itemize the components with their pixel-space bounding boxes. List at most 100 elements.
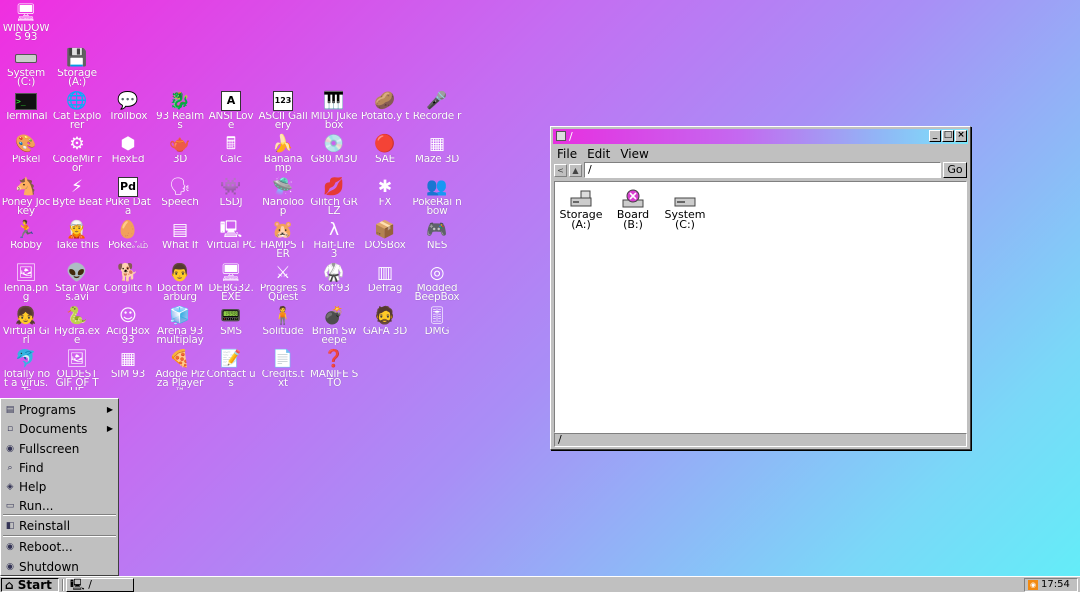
desktop-icon[interactable]: 🧊 Arena 93 multiplay [155, 305, 205, 347]
desktop-icon[interactable]: ⚡ Byte Beat [52, 176, 102, 218]
desktop-icon[interactable]: ❓ MANIFE STO [309, 348, 359, 390]
start-menu-item-help[interactable]: ◈ Help [3, 477, 116, 496]
desktop-icon[interactable]: 🥋 Kof'93 [309, 262, 359, 304]
desktop-icon[interactable]: System (C:) [1, 47, 51, 89]
desktop-icon[interactable]: 🧔 GAFA 3D [360, 305, 410, 347]
desktop-icon[interactable]: 🌐 Cat Explorer [52, 90, 102, 132]
desktop-icon[interactable]: 👧 Virtual Girl [1, 305, 51, 347]
desktop-icon[interactable]: 👥 PokéRai nbow [412, 176, 462, 218]
go-button[interactable]: Go [943, 162, 967, 178]
desktop-icon[interactable]: 🐹 HAMPS TER [258, 219, 308, 261]
desktop-icon[interactable]: 🖼OLDEST GIF OF THE [52, 348, 102, 390]
start-menu-item-reinstall[interactable]: ◧ Reinstall [3, 516, 116, 535]
start-menu-item-find[interactable]: ⌕ Find [3, 458, 116, 477]
storage-drive-item[interactable]: Storage (A:) [555, 188, 607, 230]
taskbar-window-button[interactable]: 🖳 / [66, 578, 134, 592]
desktop-icon[interactable]: ⚔ Progres s Quest [258, 262, 308, 304]
desktop-icon[interactable]: ▦ Maze 3D [412, 133, 462, 175]
star-wars-icon: 👽 [66, 263, 88, 283]
desktop-icon[interactable]: 🥔 Potato.y t [360, 90, 410, 132]
desktop-icon[interactable]: 💣 Brian Sweepe [309, 305, 359, 347]
desktop-icon-label: LSDJ [219, 198, 243, 207]
desktop-icon[interactable]: 🥚 Pokeஃம் [103, 219, 153, 261]
desktop-icon[interactable]: ✱ FX [360, 176, 410, 218]
desktop-icon[interactable]: 🐴 Poney Jockey [1, 176, 51, 218]
desktop-icon[interactable]: 👨 Doctor Marburg [155, 262, 205, 304]
desktop-icon[interactable]: 👽 Star Wars.avi [52, 262, 102, 304]
start-menu-item-fullscreen[interactable]: ◉ Fullscreen [3, 439, 116, 458]
desktop-icon[interactable]: ◎ Modded BeepBox [412, 262, 462, 304]
taskbar-window-label: / [88, 578, 92, 591]
desktop-icon[interactable]: 📄 Credits.t xt [258, 348, 308, 390]
desktop-icon[interactable]: 📝 Contact us [206, 348, 256, 390]
desktop-icon[interactable]: 🍌 Banana mp [258, 133, 308, 175]
desktop-icon[interactable]: 🐕 Corglitc h [103, 262, 153, 304]
desktop-icon[interactable]: 👾 LSDJ [206, 176, 256, 218]
desktop-icon[interactable]: ☺ Acid Box 93 [103, 305, 153, 347]
desktop-icon[interactable]: 🗣 Speech [155, 176, 205, 218]
desktop-icon[interactable]: ▤ What If [155, 219, 205, 261]
desktop-icon[interactable]: 🐍 Hydra.ex e [52, 305, 102, 347]
desktop-icon[interactable]: ▦ SIM 93 [103, 348, 153, 390]
desktop-icon[interactable]: λ Half-Life 3 [309, 219, 359, 261]
rss-icon[interactable]: ◉ [1028, 580, 1038, 590]
start-button[interactable]: ⌂ Start [1, 578, 59, 592]
desktop-icon[interactable]: 💾 Storage (A:) [52, 47, 102, 89]
desktop-icon[interactable]: 💬 Trollbox [103, 90, 153, 132]
desktop-icon[interactable]: 📟 SMS [206, 305, 256, 347]
desktop-icon[interactable]: 🧝 Take this [52, 219, 102, 261]
desktop-icon[interactable]: 🖳 Virtual PC [206, 219, 256, 261]
defrag-icon: ▥ [376, 263, 394, 283]
desktop-icon[interactable]: A ANSI Love [206, 90, 256, 132]
start-menu-item-shutdown[interactable]: ◉ Shutdown [3, 557, 116, 576]
desktop-icon[interactable]: ⚙ CodeMir ror [52, 133, 102, 175]
start-menu-item-label: Find [19, 460, 44, 475]
terminal-icon: >_ [14, 90, 38, 112]
close-button[interactable]: × [955, 130, 967, 142]
desktop-icon[interactable]: 🐉 93 Realms [155, 90, 205, 132]
explorer-window[interactable]: / _ □ × File Edit View < ▲ / Go Storage … [550, 126, 971, 450]
up-button[interactable]: ▲ [569, 163, 582, 177]
desktop-icon[interactable]: 🫖 3D [155, 133, 205, 175]
maximize-button[interactable]: □ [942, 130, 954, 142]
start-menu-item-programs[interactable]: ▤ Programs ▶ [3, 400, 116, 419]
desktop-icon[interactable]: 🖥 DEBG32. EXE [206, 262, 256, 304]
globe-icon: 🌐 [66, 91, 88, 111]
desktop-icon[interactable]: 🖼 lenna.pn g [1, 262, 51, 304]
desktop-icon-label: SAE [374, 155, 396, 164]
desktop-icon[interactable]: 🎚 DMG [412, 305, 462, 347]
desktop-icon[interactable]: 📦 DOSBox [360, 219, 410, 261]
desktop-icon[interactable]: 🍕Adobe Pizza Player™ [155, 348, 205, 390]
desktop-icon[interactable]: 🔴 SAE [360, 133, 410, 175]
desktop-icon[interactable]: 🏃 Robby [1, 219, 51, 261]
board-drive-item[interactable]: Board (B:) [607, 188, 659, 230]
desktop-icon[interactable]: 🐬Totally not a virus.Tr [1, 348, 51, 390]
desktop-icon-label: 93 Realms [156, 112, 204, 130]
window-titlebar[interactable]: / _ □ × [553, 129, 968, 144]
desktop-icon[interactable]: 🖥 WINDOWS 93 [1, 2, 51, 44]
desktop-icon[interactable]: 🖩 Calc [206, 133, 256, 175]
menu-view[interactable]: View [619, 146, 649, 162]
desktop-icon[interactable]: 💿 G80.M3U [309, 133, 359, 175]
desktop-icon[interactable]: 🎨 Piskel [1, 133, 51, 175]
back-button[interactable]: < [554, 163, 567, 177]
start-menu-item-documents[interactable]: ▫ Documents ▶ [3, 419, 116, 438]
start-menu-item-reboot[interactable]: ◉ Reboot... [3, 537, 116, 556]
menu-edit[interactable]: Edit [586, 146, 611, 162]
minimize-button[interactable]: _ [929, 130, 941, 142]
system-drive-item[interactable]: System (C:) [659, 188, 711, 230]
desktop-icon[interactable]: 123 ASCII Gallery [258, 90, 308, 132]
menu-file[interactable]: File [556, 146, 578, 162]
desktop-icon[interactable]: 🎹 MIDI Jukebox [309, 90, 359, 132]
desktop-icon[interactable]: 🧍 Solitude [258, 305, 308, 347]
desktop-icon[interactable]: 🛸 Nanoloo p [258, 176, 308, 218]
desktop-icon[interactable]: 🎮 NES [412, 219, 462, 261]
start-menu-item-run[interactable]: ▭ Run... [3, 496, 116, 515]
desktop-icon[interactable]: Pd Puke Data [103, 176, 153, 218]
desktop-icon[interactable]: >_ Terminal [1, 90, 51, 132]
address-input[interactable]: / [584, 162, 941, 178]
desktop-icon[interactable]: ⬢ HexEd [103, 133, 153, 175]
desktop-icon[interactable]: ▥ Defrag [360, 262, 410, 304]
desktop-icon[interactable]: 💋 Glitch GRLZ [309, 176, 359, 218]
desktop-icon[interactable]: 🎤 Recorde r [412, 90, 462, 132]
